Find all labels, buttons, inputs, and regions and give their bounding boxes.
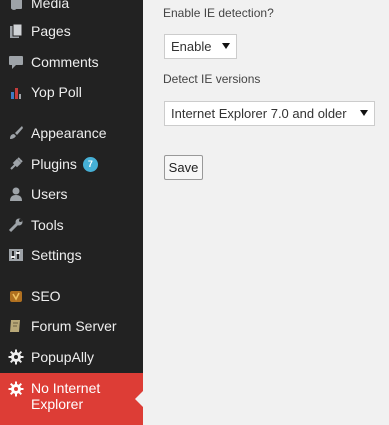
sidebar-item-users[interactable]: Users <box>0 179 143 209</box>
enable-ie-detection-select[interactable]: Enable <box>164 34 237 59</box>
poll-chart-icon <box>0 77 31 107</box>
sidebar-item-label: Comments <box>31 54 99 70</box>
detect-ie-versions-select[interactable]: Internet Explorer 7.0 and older <box>164 101 375 126</box>
sidebar-item-tools[interactable]: Tools <box>0 210 143 240</box>
sidebar-item-plugins[interactable]: Plugins 7 <box>0 149 143 179</box>
sidebar-item-label: SEO <box>31 288 61 304</box>
sidebar-item-forum-server[interactable]: Forum Server <box>0 311 143 341</box>
sidebar-item-label: Forum Server <box>31 318 117 334</box>
detect-ie-versions-label: Detect IE versions <box>163 72 261 86</box>
chevron-down-icon <box>360 110 368 116</box>
sidebar-item-seo[interactable]: SEO <box>0 281 143 311</box>
update-count-badge: 7 <box>82 157 98 173</box>
admin-sidebar: Media Pages Comments Yop Poll Appearance… <box>0 0 143 425</box>
seo-yoast-icon <box>0 281 31 311</box>
sidebar-item-label: Users <box>31 186 68 202</box>
sidebar-item-pages[interactable]: Pages <box>0 16 143 46</box>
chevron-down-icon <box>222 43 230 49</box>
save-button[interactable]: Save <box>164 155 203 180</box>
sidebar-item-label: PopupAlly <box>31 349 95 365</box>
sidebar-item-appearance[interactable]: Appearance <box>0 118 143 148</box>
current-page-indicator <box>135 391 143 407</box>
paintbrush-icon <box>0 118 31 148</box>
settings-sliders-icon <box>0 240 31 270</box>
sidebar-item-label: Appearance <box>31 125 107 141</box>
enable-ie-detection-label: Enable IE detection? <box>163 6 274 20</box>
sidebar-item-label: No Internet Explorer <box>31 380 101 412</box>
forum-icon <box>0 311 31 341</box>
pages-icon <box>0 16 31 46</box>
user-icon <box>0 179 31 209</box>
sidebar-item-settings[interactable]: Settings <box>0 240 143 270</box>
sidebar-item-yop-poll[interactable]: Yop Poll <box>0 77 143 107</box>
gear-icon <box>0 380 31 398</box>
plug-icon <box>0 149 31 179</box>
sidebar-item-popupally[interactable]: PopupAlly <box>0 342 143 372</box>
enable-ie-detection-value: Enable <box>171 39 212 54</box>
sidebar-item-label: Tools <box>31 217 64 233</box>
sidebar-item-no-internet-explorer[interactable]: No Internet Explorer <box>0 373 143 425</box>
sidebar-item-label: Media <box>31 0 70 11</box>
sidebar-item-label: Yop Poll <box>31 84 82 100</box>
detect-ie-versions-value: Internet Explorer 7.0 and older <box>171 106 347 121</box>
comments-icon <box>0 47 31 77</box>
gear-icon <box>0 342 31 372</box>
sidebar-item-comments[interactable]: Comments <box>0 47 143 77</box>
sidebar-item-label: Plugins 7 <box>31 156 98 173</box>
sidebar-item-label: Pages <box>31 23 71 39</box>
sidebar-item-label: Settings <box>31 247 82 263</box>
wrench-icon <box>0 210 31 240</box>
